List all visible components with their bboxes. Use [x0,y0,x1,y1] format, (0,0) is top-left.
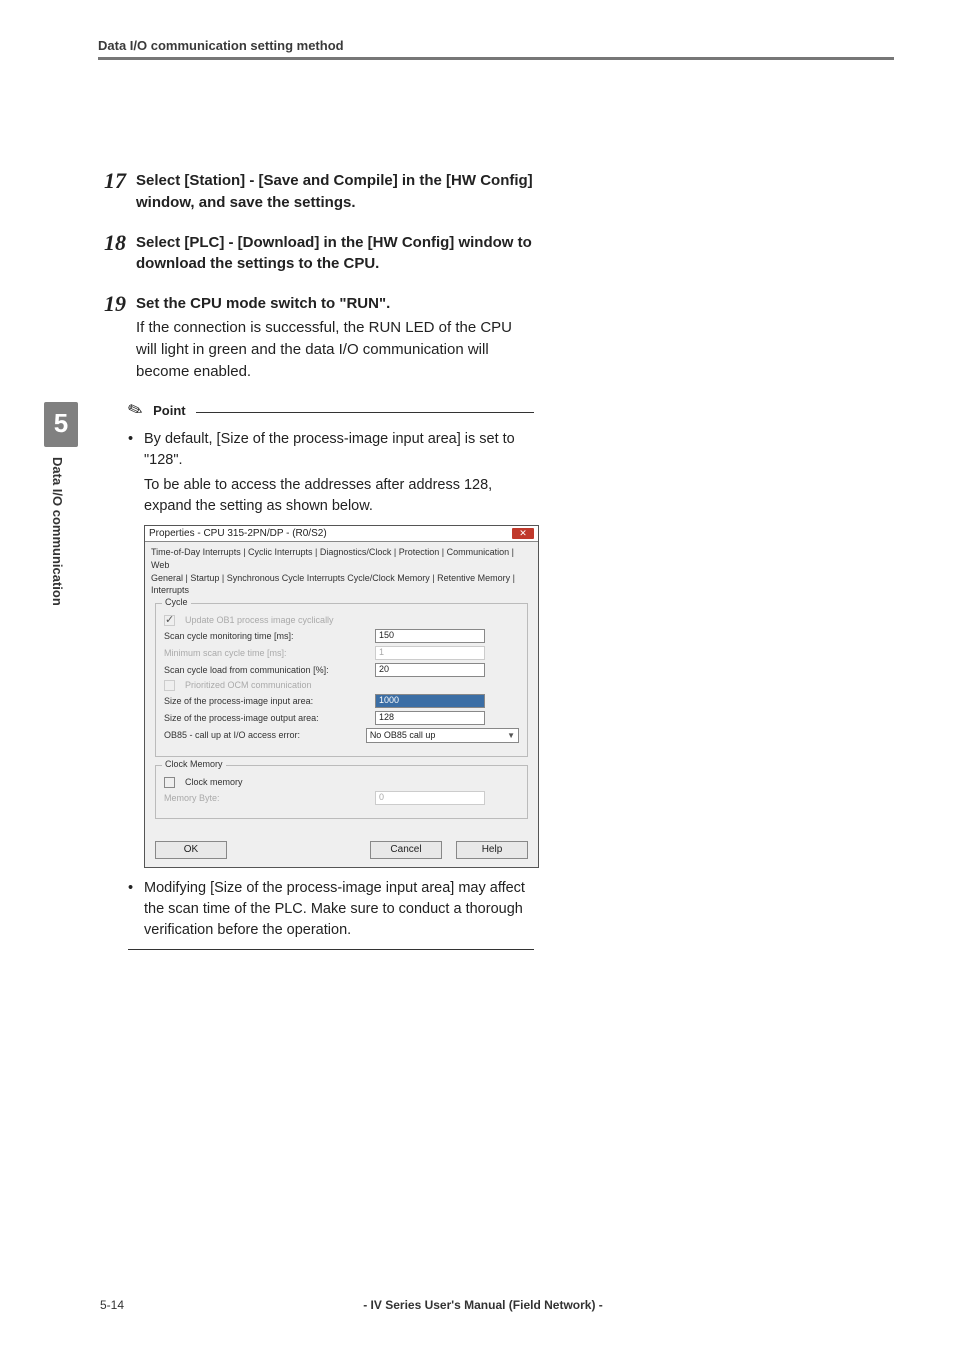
clock-memory-group: Clock Memory Clock memory Memory Byte: 0 [155,765,528,819]
dialog-titlebar: Properties - CPU 315-2PN/DP - (R0/S2) ✕ [145,526,538,542]
group-title: Cycle [162,597,191,607]
bullet-text: By default, [Size of the process-image i… [144,431,515,468]
page-footer: 5-14 - IV Series User's Manual (Field Ne… [100,1298,882,1312]
close-icon: ✕ [512,528,534,539]
point-end-rule [128,949,534,950]
point-bullet: • By default, [Size of the process-image… [128,429,534,471]
bullet-dot: • [128,429,138,471]
checkbox-icon [164,777,175,788]
footer-title: - IV Series User's Manual (Field Network… [124,1298,842,1312]
point-block: ✎ Point • By default, [Size of the proce… [128,400,534,940]
chapter-label: Data I/O communication [44,453,71,612]
help-button: Help [456,841,528,859]
step-number: 18 [104,232,130,254]
ok-button: OK [155,841,227,859]
step-heading: Select [Station] - [Save and Compile] in… [136,170,534,214]
dialog-tabs: Time-of-Day Interrupts | Cyclic Interrup… [145,542,538,596]
page-number: 5-14 [100,1298,124,1312]
group-title: Clock Memory [162,759,226,769]
header-rule [98,57,894,60]
checkbox-icon [164,615,175,626]
field-value: 20 [375,663,485,677]
field-label: Scan cycle monitoring time [ms]: [164,631,369,641]
point-header: ✎ Point [128,400,534,421]
properties-dialog-figure: Properties - CPU 315-2PN/DP - (R0/S2) ✕ … [144,525,539,867]
step-17: 17 Select [Station] - [Save and Compile]… [104,170,534,214]
field-label: Memory Byte: [164,793,369,803]
dialog-title-text: Properties - CPU 315-2PN/DP - (R0/S2) [149,528,327,539]
cycle-group: Cycle Update OB1 process image cyclicall… [155,603,528,757]
step-18: 18 Select [PLC] - [Download] in the [HW … [104,232,534,276]
field-select: No OB85 call up ▼ [366,728,519,743]
bullet-text: Modifying [Size of the process-image inp… [144,880,525,938]
field-value-highlighted: 1000 [375,694,485,708]
step-number: 17 [104,170,130,192]
field-label: Minimum scan cycle time [ms]: [164,648,369,658]
step-body: If the connection is successful, the RUN… [136,317,534,382]
chapter-tab: 5 Data I/O communication [44,402,78,612]
bullet-dot: • [128,878,138,941]
dialog-button-row: OK Cancel Help [145,835,538,867]
field-label: Clock memory [185,777,243,787]
step-number: 19 [104,293,130,315]
point-label: Point [153,403,186,418]
field-label: Scan cycle load from communication [%]: [164,665,369,675]
field-value: 128 [375,711,485,725]
field-value: 0 [375,791,485,805]
dialog-tabs-row2: General | Startup | Synchronous Cycle In… [151,572,532,597]
field-value: 150 [375,629,485,643]
field-label: OB85 - call up at I/O access error: [164,730,360,740]
field-label: Size of the process-image output area: [164,713,369,723]
chapter-number: 5 [44,402,78,447]
checkbox-icon [164,680,175,691]
dialog-tabs-row1: Time-of-Day Interrupts | Cyclic Interrup… [151,546,532,571]
field-label: Update OB1 process image cyclically [185,615,334,625]
main-content: 17 Select [Station] - [Save and Compile]… [104,170,534,950]
cancel-button: Cancel [370,841,442,859]
field-label: Size of the process-image input area: [164,696,369,706]
field-label: Prioritized OCM communication [185,680,312,690]
pencil-icon: ✎ [125,398,146,423]
step-heading: Set the CPU mode switch to "RUN". [136,293,390,315]
step-heading: Select [PLC] - [Download] in the [HW Con… [136,232,534,276]
point-bullet: • Modifying [Size of the process-image i… [128,878,534,941]
select-value: No OB85 call up [370,730,436,740]
step-19: 19 Set the CPU mode switch to "RUN". If … [104,293,534,382]
running-header: Data I/O communication setting method [98,38,894,53]
field-value: 1 [375,646,485,660]
point-rule [196,412,534,413]
chevron-down-icon: ▼ [507,731,515,740]
bullet-continuation: To be able to access the addresses after… [144,475,534,517]
